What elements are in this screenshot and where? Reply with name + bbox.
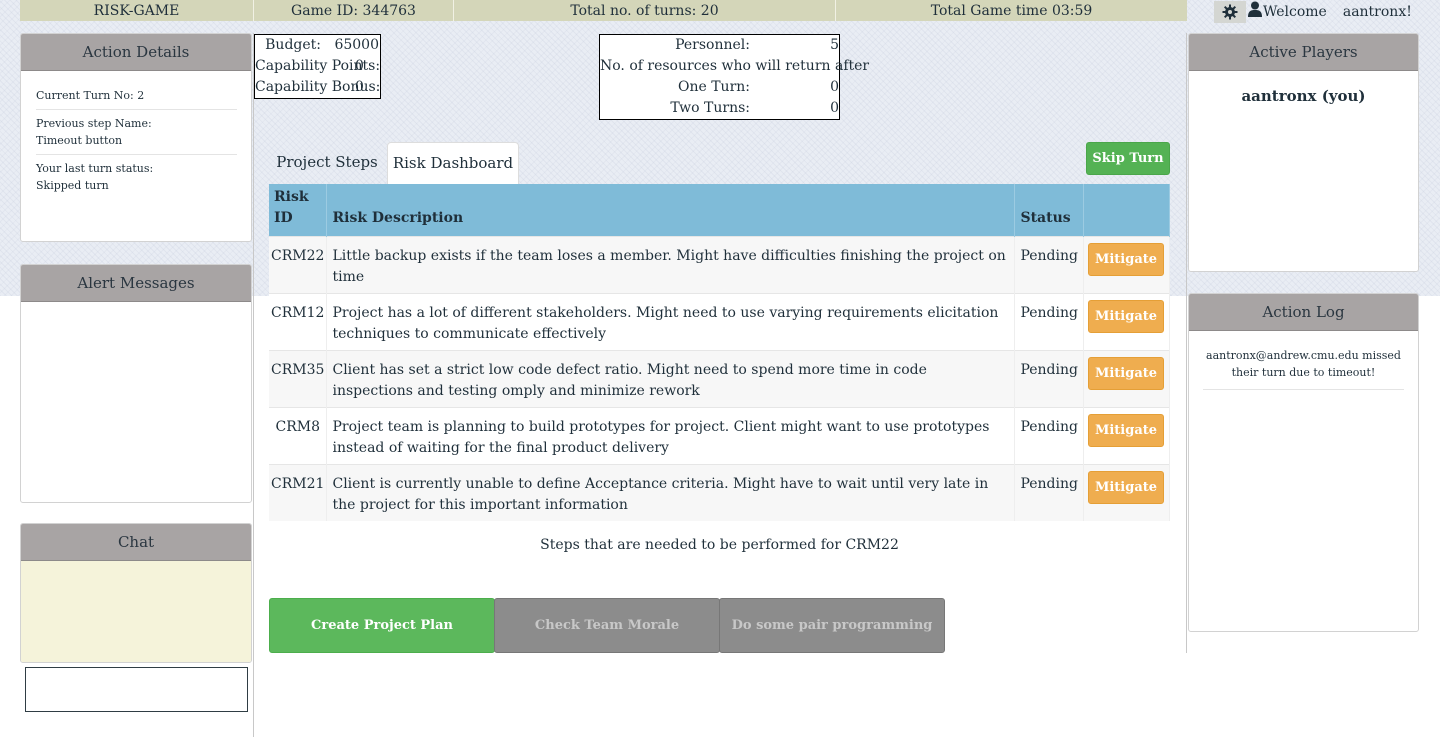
- steps-label: Steps that are needed to be performed fo…: [540, 537, 899, 553]
- action-details-panel: Action Details Current Turn No: 2 Previo…: [20, 33, 252, 242]
- risk-id: CRM22: [269, 235, 328, 293]
- right-divider: [1186, 33, 1187, 653]
- user-icon: [1248, 1, 1262, 17]
- capability-bonus-label: Capability Bonus:: [255, 79, 381, 95]
- mitigate-button[interactable]: Mitigate: [1087, 470, 1164, 504]
- table-row: CRM35 Client has set a strict low code d…: [269, 349, 1171, 407]
- action-log-panel: Action Log aantronx@andrew.cmu.edu misse…: [1188, 293, 1419, 632]
- user-area: Welcome aantronx!: [1214, 0, 1412, 24]
- risk-status: Pending: [1014, 235, 1084, 293]
- return-label: No. of resources who will return after: [600, 58, 870, 74]
- budget-label: Budget:: [265, 37, 321, 53]
- panel-title: Action Details: [21, 34, 251, 71]
- last-status-value: Skipped turn: [36, 179, 109, 192]
- header-status: Status: [1014, 184, 1084, 236]
- table-row: CRM12 Project has a lot of different sta…: [269, 292, 1171, 350]
- left-divider: [253, 33, 254, 737]
- create-project-plan-button[interactable]: Create Project Plan: [269, 598, 495, 653]
- game-id: Game ID: 344763: [254, 0, 454, 21]
- previous-step-value: Timeout button: [36, 134, 123, 147]
- pair-programming-button[interactable]: Do some pair programming: [719, 598, 945, 653]
- last-status-label: Your last turn status:: [36, 162, 154, 175]
- panel-title: Active Players: [1189, 34, 1418, 71]
- mitigate-button[interactable]: Mitigate: [1087, 242, 1164, 276]
- budget-value: 65000: [334, 37, 379, 53]
- risk-description: Little backup exists if the team loses a…: [326, 235, 1016, 293]
- top-bar: RISK-GAME Game ID: 344763 Total no. of t…: [20, 0, 1187, 21]
- capability-points-label: Capability Points:: [255, 58, 381, 74]
- tab-project-steps[interactable]: Project Steps: [269, 142, 385, 183]
- username-link[interactable]: aantronx!: [1343, 4, 1412, 20]
- risk-status: Pending: [1014, 463, 1084, 521]
- settings-button[interactable]: [1214, 1, 1246, 23]
- last-turn-status: Your last turn status: Skipped turn: [36, 160, 237, 199]
- mitigate-button[interactable]: Mitigate: [1087, 299, 1164, 333]
- risk-table: Risk ID Risk Description Status CRM22 Li…: [269, 184, 1171, 521]
- skip-turn-button[interactable]: Skip Turn: [1086, 142, 1170, 175]
- header-risk-description: Risk Description: [326, 184, 1016, 236]
- risk-status: Pending: [1014, 406, 1084, 464]
- table-row: CRM21 Client is currently unable to defi…: [269, 463, 1171, 521]
- active-players-panel: Active Players aantronx (you): [1188, 33, 1419, 272]
- chat-panel: Chat: [20, 523, 252, 663]
- risk-status: Pending: [1014, 292, 1084, 350]
- risk-id: CRM35: [269, 349, 328, 407]
- header-risk-id: Risk ID: [269, 184, 328, 236]
- mitigate-button[interactable]: Mitigate: [1087, 413, 1164, 447]
- one-turn-label: One Turn:: [677, 79, 750, 95]
- welcome-text: Welcome: [1263, 4, 1327, 20]
- two-turns-label: Two Turns:: [670, 100, 750, 116]
- player-name: aantronx (you): [1241, 87, 1366, 105]
- previous-step-label: Previous step Name:: [36, 117, 152, 130]
- budget-box: Budget: 65000 Capability Points: 0 Capab…: [254, 34, 381, 99]
- log-entry: aantronx@andrew.cmu.edu missed their tur…: [1203, 347, 1404, 390]
- panel-title: Chat: [21, 524, 251, 561]
- two-turns-value: 0: [830, 100, 839, 116]
- game-time: Total Game time 03:59: [930, 3, 1093, 19]
- panel-title: Alert Messages: [21, 265, 251, 302]
- one-turn-value: 0: [830, 79, 839, 95]
- game-title: RISK-GAME: [20, 0, 254, 21]
- risk-status: Pending: [1014, 349, 1084, 407]
- gear-icon: [1222, 4, 1238, 20]
- check-team-morale-button[interactable]: Check Team Morale: [494, 598, 720, 653]
- risk-description: Project team is planning to build protot…: [326, 406, 1016, 464]
- panel-title: Action Log: [1189, 294, 1418, 331]
- header-action: [1083, 184, 1171, 236]
- mitigate-button[interactable]: Mitigate: [1087, 356, 1164, 390]
- personnel-label: Personnel:: [675, 37, 750, 53]
- current-turn: Current Turn No: 2: [36, 87, 237, 110]
- risk-id: CRM21: [269, 463, 328, 521]
- tab-risk-dashboard[interactable]: Risk Dashboard: [387, 142, 519, 184]
- risk-description: Client has set a strict low code defect …: [326, 349, 1016, 407]
- table-header-row: Risk ID Risk Description Status: [269, 184, 1171, 236]
- risk-description: Project has a lot of different stakehold…: [326, 292, 1016, 350]
- table-row: CRM22 Little backup exists if the team l…: [269, 235, 1171, 293]
- risk-id: CRM12: [269, 292, 328, 350]
- risk-description: Client is currently unable to define Acc…: [326, 463, 1016, 521]
- personnel-value: 5: [830, 37, 839, 53]
- table-row: CRM8 Project team is planning to build p…: [269, 406, 1171, 464]
- risk-id: CRM8: [269, 406, 328, 464]
- previous-step: Previous step Name: Timeout button: [36, 115, 237, 155]
- personnel-box: Personnel: 5 No. of resources who will r…: [599, 34, 870, 120]
- capability-points-value: 0: [355, 58, 364, 74]
- chat-messages: [21, 561, 251, 662]
- alert-messages-panel: Alert Messages: [20, 264, 252, 503]
- chat-input[interactable]: [25, 667, 248, 712]
- total-turns: Total no. of turns: 20: [454, 0, 836, 21]
- capability-bonus-value: 0: [355, 79, 364, 95]
